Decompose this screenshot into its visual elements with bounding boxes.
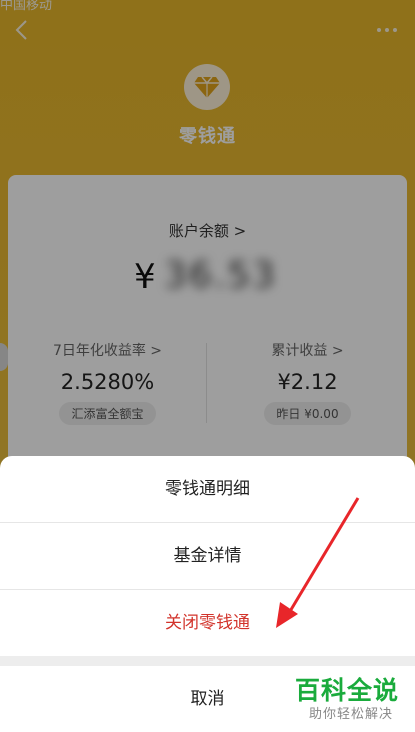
red-annotation-arrow	[276, 497, 360, 628]
sheet-separator	[0, 656, 415, 666]
watermark-subtitle: 助你轻松解决	[308, 707, 393, 722]
watermark-title: 百科全说	[294, 676, 399, 705]
